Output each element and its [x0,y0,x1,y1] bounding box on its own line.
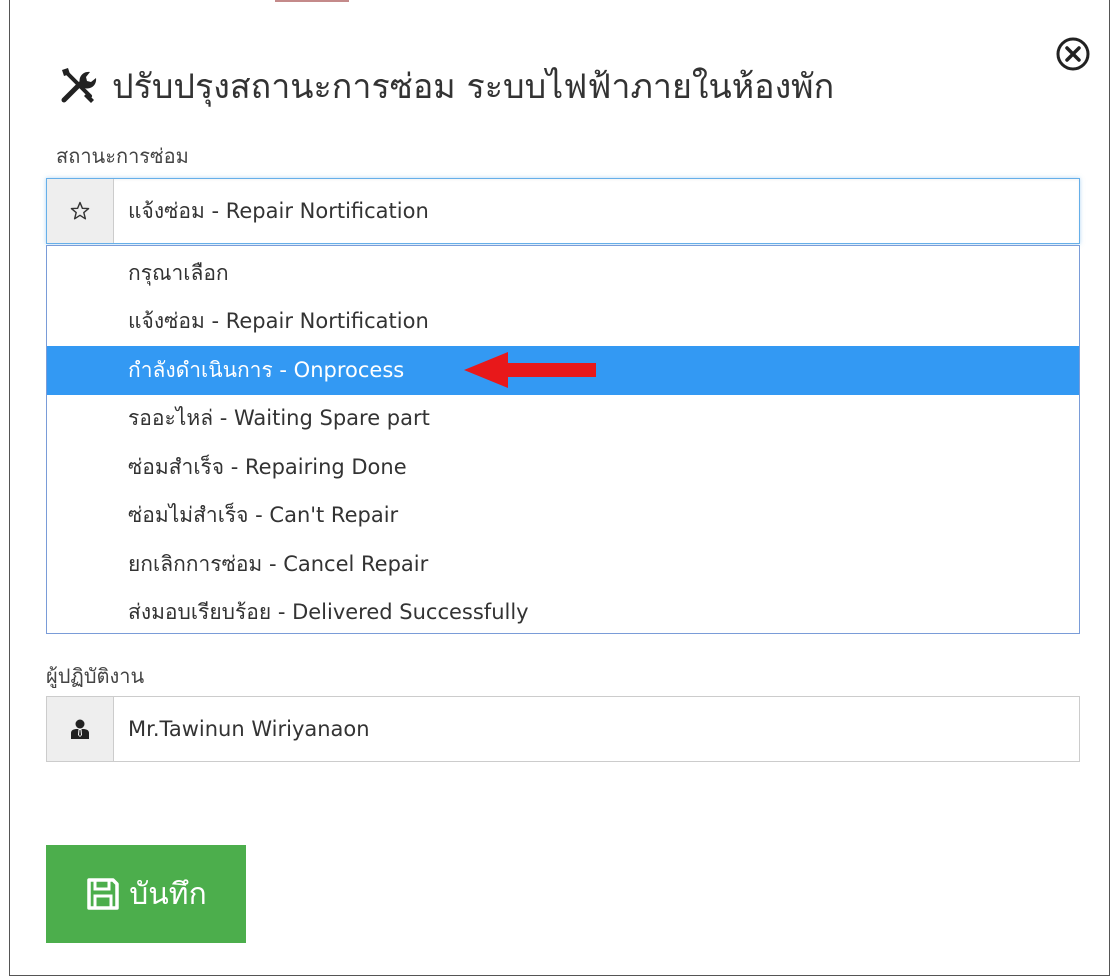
dialog-title-text: ปรับปรุงสถานะการซ่อม ระบบไฟฟ้าภายในห้องพ… [112,67,835,107]
status-option-waiting-spare-part[interactable]: รออะไหล่ - Waiting Spare part [47,395,1079,444]
operator-label: ผู้ปฏิบัติงาน [46,664,145,688]
dialog-title: ปรับปรุงสถานะการซ่อม ระบบไฟฟ้าภายในห้องพ… [56,56,834,116]
user-suit-icon [71,719,89,739]
status-option-cant-repair[interactable]: ซ่อมไม่สำเร็จ - Can't Repair [47,492,1079,541]
status-dropdown-list: กรุณาเลือก แจ้งซ่อม - Repair Nortificati… [46,245,1080,634]
save-button-label: บันทึก [129,876,207,912]
status-option-onprocess[interactable]: กำลังดำเนินการ - Onprocess [47,346,1079,395]
star-icon [70,201,90,220]
status-option-delivered-successfully[interactable]: ส่งมอบเรียบร้อย - Delivered Successfully [47,589,1079,638]
status-option-onprocess-label: กำลังดำเนินการ - Onprocess [128,357,405,382]
close-button[interactable] [1053,34,1093,74]
red-arrow-annotation [464,352,596,388]
operator-input[interactable] [114,697,1079,761]
top-accent-line [275,0,349,2]
status-option-cancel-repair[interactable]: ยกเลิกการซ่อม - Cancel Repair [47,540,1079,589]
tools-icon [61,68,97,103]
save-button[interactable]: บันทึก [46,845,246,943]
status-option-repairing-done[interactable]: ซ่อมสำเร็จ - Repairing Done [47,443,1079,492]
status-label: สถานะการซ่อม [56,144,189,168]
status-option-please-select[interactable]: กรุณาเลือก [47,249,1079,298]
close-circle-icon [1056,37,1090,71]
status-select-value: แจ้งซ่อม - Repair Nortification [128,198,429,223]
operator-input-group [46,696,1080,762]
status-select[interactable]: แจ้งซ่อม - Repair Nortification [46,178,1080,244]
status-select-addon [47,179,114,243]
status-option-repair-notification[interactable]: แจ้งซ่อม - Repair Nortification [47,298,1079,347]
floppy-disk-icon [87,878,119,910]
operator-input-addon [47,697,114,761]
